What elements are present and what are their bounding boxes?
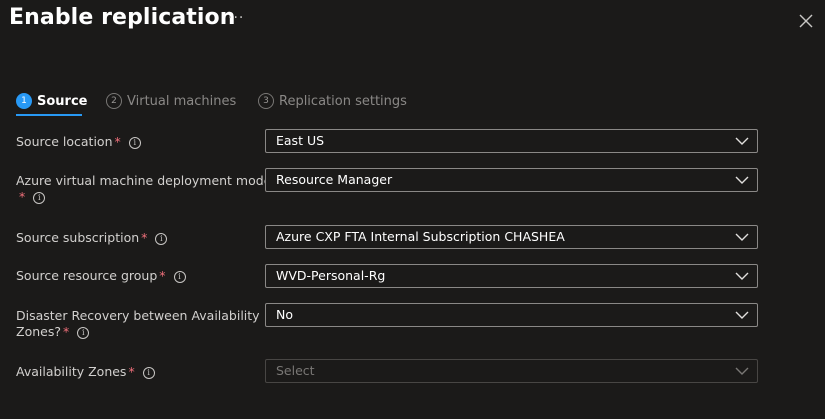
deployment-model-label: Azure virtual machine deployment model	[16, 173, 275, 188]
tab-virtual-machines-label: Virtual machines	[127, 93, 237, 109]
source-subscription-label: Source subscription * i	[16, 230, 168, 246]
chevron-down-icon	[735, 137, 749, 145]
disaster-recovery-label-line2: Zones? * i	[16, 324, 90, 340]
active-tab-indicator	[16, 114, 82, 116]
source-location-dropdown[interactable]: East US	[265, 129, 758, 153]
tab-virtual-machines[interactable]: 2 Virtual machines	[106, 91, 236, 111]
step-number-badge: 2	[106, 93, 122, 109]
availability-zones-placeholder: Select	[276, 363, 315, 378]
info-icon[interactable]: i	[173, 270, 186, 283]
info-icon[interactable]: i	[155, 232, 168, 245]
chevron-down-icon	[735, 367, 749, 375]
required-marker: *	[114, 134, 121, 149]
source-resource-group-dropdown[interactable]: WVD-Personal-Rg	[265, 264, 758, 288]
deployment-model-dropdown[interactable]: Resource Manager	[265, 168, 758, 192]
source-resource-group-label: Source resource group * i	[16, 268, 186, 284]
required-marker: *	[128, 364, 135, 379]
disaster-recovery-value: No	[276, 307, 293, 322]
source-subscription-dropdown[interactable]: Azure CXP FTA Internal Subscription CHAS…	[265, 225, 758, 249]
step-number-badge: 1	[16, 93, 32, 109]
deployment-model-label-line2: * i	[16, 189, 46, 205]
tab-source[interactable]: 1 Source	[16, 91, 87, 111]
chevron-down-icon	[735, 233, 749, 241]
info-icon[interactable]: i	[128, 136, 141, 149]
availability-zones-dropdown[interactable]: Select	[265, 359, 758, 383]
blade-title: Enable replication	[9, 5, 236, 30]
source-location-label: Source location * i	[16, 134, 141, 150]
source-subscription-value: Azure CXP FTA Internal Subscription CHAS…	[276, 229, 565, 244]
source-resource-group-value: WVD-Personal-Rg	[276, 268, 386, 283]
info-icon[interactable]: i	[142, 366, 155, 379]
chevron-down-icon	[735, 311, 749, 319]
disaster-recovery-dropdown[interactable]: No	[265, 303, 758, 327]
tab-replication-settings-label: Replication settings	[279, 93, 407, 109]
info-icon[interactable]: i	[33, 191, 46, 204]
required-marker: *	[141, 230, 148, 245]
disaster-recovery-label: Disaster Recovery between Availability	[16, 308, 260, 323]
deployment-model-value: Resource Manager	[276, 172, 393, 187]
required-marker: *	[62, 324, 70, 339]
chevron-down-icon	[735, 176, 749, 184]
info-icon[interactable]: i	[77, 326, 90, 339]
availability-zones-label: Availability Zones * i	[16, 364, 155, 380]
more-options-button[interactable]: ···	[228, 10, 244, 26]
tab-replication-settings[interactable]: 3 Replication settings	[258, 91, 407, 111]
source-location-value: East US	[276, 133, 325, 148]
chevron-down-icon	[735, 272, 749, 280]
required-marker: *	[159, 268, 166, 283]
required-marker: *	[19, 189, 26, 204]
step-number-badge: 3	[258, 93, 274, 109]
tab-source-label: Source	[37, 93, 88, 109]
close-icon[interactable]	[797, 12, 815, 30]
